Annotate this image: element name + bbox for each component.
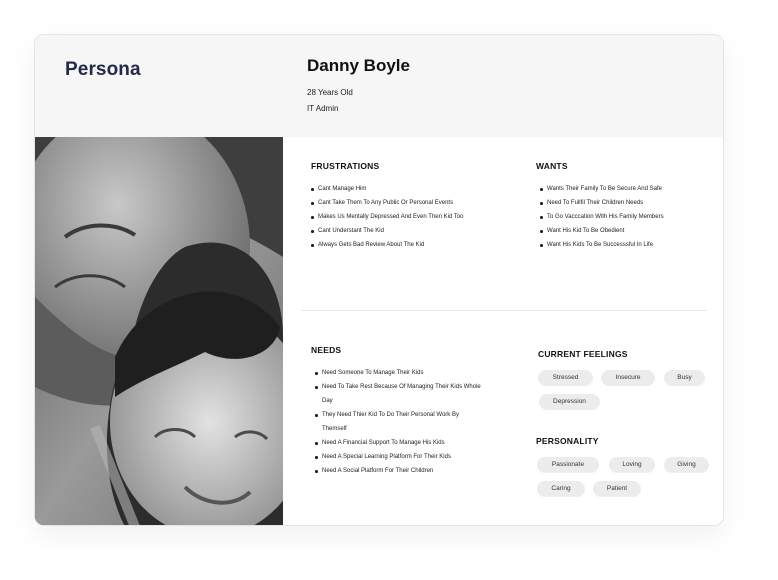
frustrations-list: Cant Manage Him Cant Take Them To Any Pu… xyxy=(311,182,511,252)
list-item: Makes Us Mentally Depressed And Even The… xyxy=(311,210,511,224)
personality-title: PERSONALITY xyxy=(536,436,599,446)
list-item: To Go Vacccation With His Family Members xyxy=(540,210,720,224)
photo-illustration xyxy=(35,137,283,525)
feeling-tag: Stressed xyxy=(538,370,593,386)
wants-list: Wants Their Family To Be Secure And Safe… xyxy=(540,182,720,252)
feelings-title: CURRENT FEELINGS xyxy=(538,349,628,359)
list-item: They Need Thier Kid To Do Their Personal… xyxy=(315,408,483,436)
personality-tag: Giving xyxy=(664,457,709,473)
frustrations-title: FRUSTRATIONS xyxy=(311,161,380,171)
feeling-tag: Insecure xyxy=(601,370,655,386)
persona-role: IT Admin xyxy=(307,104,339,113)
section-divider xyxy=(301,310,707,311)
brand-title: Persona xyxy=(65,59,141,80)
list-item: Want His Kids To Be Successsful In Life xyxy=(540,238,720,252)
feeling-tag: Busy xyxy=(664,370,705,386)
persona-name: Danny Boyle xyxy=(307,56,410,75)
wants-title: WANTS xyxy=(536,161,568,171)
list-item: Want His Kid To Be Obedient xyxy=(540,224,720,238)
personality-tag: Loving xyxy=(609,457,655,473)
list-item: Need Someone To Manage Their Kids xyxy=(315,366,483,380)
list-item: Need A Special Learning Platform For The… xyxy=(315,450,483,464)
personality-tag: Passionate xyxy=(537,457,599,473)
personality-tag: Caring xyxy=(537,481,585,497)
persona-age: 28 Years Old xyxy=(307,88,353,97)
list-item: Need To Fullfil Their Children Needs xyxy=(540,196,720,210)
feeling-tag: Depression xyxy=(539,394,600,410)
list-item: Cant Understant The Kid xyxy=(311,224,511,238)
list-item: Wants Their Family To Be Secure And Safe xyxy=(540,182,720,196)
persona-card: Persona Danny Boyle 28 Years Old IT Admi… xyxy=(34,34,724,526)
list-item: Need A Financial Support To Manage His K… xyxy=(315,436,483,450)
list-item: Need A Social Platform For Their Childre… xyxy=(315,464,483,478)
list-item: Cant Take Them To Any Public Or Personal… xyxy=(311,196,511,210)
personality-tag: Patient xyxy=(593,481,641,497)
needs-list: Need Someone To Manage Their Kids Need T… xyxy=(315,366,483,478)
list-item: Always Gets Bad Review About The Kid xyxy=(311,238,511,252)
persona-photo xyxy=(35,137,283,525)
persona-header: Persona Danny Boyle 28 Years Old IT Admi… xyxy=(35,35,723,137)
list-item: Need To Take Rest Because Of Managing Th… xyxy=(315,380,483,408)
needs-title: NEEDS xyxy=(311,345,342,355)
list-item: Cant Manage Him xyxy=(311,182,511,196)
